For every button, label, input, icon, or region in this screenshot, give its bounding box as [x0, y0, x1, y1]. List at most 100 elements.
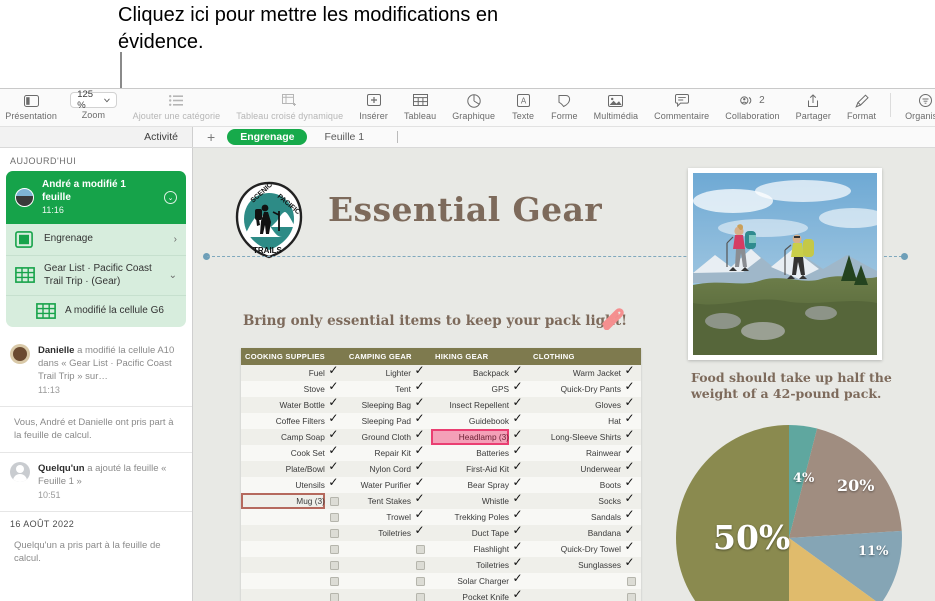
format-button[interactable]: Format	[839, 89, 884, 121]
checkbox-checked-icon[interactable]	[625, 539, 636, 554]
table-cell-camping[interactable]	[344, 589, 411, 601]
pivot-table-button[interactable]: Tableau croisé dynamique	[228, 89, 351, 121]
table-row[interactable]: Coffee Filters Sleeping Pad Guidebook Hat	[241, 411, 641, 429]
checkbox-checked-icon[interactable]	[513, 427, 524, 442]
table-row[interactable]: Plate/Bowl Nylon Cord First-Aid Kit Underwe…	[241, 459, 641, 477]
table-cell-hiking[interactable]: Solar Charger	[430, 573, 510, 589]
media-button[interactable]: Multimédia	[586, 89, 647, 121]
checkbox-empty-icon[interactable]	[626, 577, 636, 587]
checkbox-empty-icon[interactable]	[416, 545, 426, 555]
table-cell-clothing[interactable]: Underwear	[529, 461, 621, 477]
table-cell-cooking[interactable]	[241, 541, 325, 557]
sheet-tab-engrenage[interactable]: Engrenage	[227, 129, 308, 145]
table-cell-clothing[interactable]: Rainwear	[529, 445, 621, 461]
table-cell-hiking[interactable]: Backpack	[430, 365, 510, 381]
table-cell-camping[interactable]: Sleeping Pad	[344, 413, 411, 429]
activity-cell-change-row[interactable]: A modifié la cellule G6	[6, 295, 186, 327]
table-cell-clothing-checkbox[interactable]	[621, 555, 641, 573]
checkbox-checked-icon[interactable]	[625, 491, 636, 506]
checkbox-checked-icon[interactable]	[328, 411, 339, 426]
sheet-tab-feuille-1[interactable]: Feuille 1	[311, 129, 377, 145]
table-cell-clothing[interactable]: Socks	[529, 493, 621, 509]
table-cell-cooking-checkbox[interactable]	[324, 509, 345, 525]
table-row[interactable]: Fuel Lighter Backpack Warm Jacket	[241, 363, 641, 381]
table-cell-hiking[interactable]: Headlamp (3)	[430, 429, 510, 445]
table-cell-cooking-checkbox[interactable]	[324, 525, 345, 541]
table-row[interactable]: Trowel Trekking Poles Sandals	[241, 507, 641, 525]
table-cell-camping[interactable]: Tent	[344, 381, 411, 397]
table-cell-cooking[interactable]	[241, 589, 325, 601]
checkbox-checked-icon[interactable]	[625, 459, 636, 474]
table-cell-cooking[interactable]: Mug (3)	[241, 493, 325, 509]
checkbox-empty-icon[interactable]	[330, 561, 340, 571]
table-cell-hiking[interactable]: First-Aid Kit	[430, 461, 510, 477]
checkbox-checked-icon[interactable]	[513, 443, 524, 458]
table-cell-hiking[interactable]: Batteries	[430, 445, 510, 461]
checkbox-empty-icon[interactable]	[416, 593, 426, 601]
checkbox-checked-icon[interactable]	[513, 539, 524, 554]
table-row[interactable]: Mug (3) Tent Stakes Whistle Socks	[241, 491, 641, 509]
table-cell-hiking[interactable]: Whistle	[430, 493, 510, 509]
table-cell-hiking[interactable]: Pocket Knife	[430, 589, 510, 601]
checkbox-checked-icon[interactable]	[625, 427, 636, 442]
collaboration-button[interactable]: 2 Collaboration	[717, 89, 787, 121]
checkbox-empty-icon[interactable]	[330, 593, 340, 601]
table-cell-cooking-checkbox[interactable]	[324, 493, 345, 509]
table-cell-camping[interactable]: Water Purifier	[344, 477, 411, 493]
chevron-down-icon[interactable]: ⌄	[169, 270, 177, 281]
table-cell-clothing-checkbox[interactable]	[621, 589, 641, 601]
table-row[interactable]: Pocket Knife	[241, 587, 641, 601]
table-row[interactable]: Toiletries Duct Tape Bandana	[241, 523, 641, 541]
table-row[interactable]: Stove Tent GPS Quick-Dry Pants	[241, 379, 641, 397]
checkbox-checked-icon[interactable]	[625, 523, 636, 538]
checkbox-checked-icon[interactable]	[513, 363, 524, 378]
checkbox-checked-icon[interactable]	[414, 411, 425, 426]
shape-button[interactable]: Forme	[543, 89, 586, 121]
table-cell-camping[interactable]: Lighter	[344, 365, 411, 381]
activity-entry-anonymous[interactable]: Quelqu'un a ajouté la feuille « Feuille …	[0, 453, 192, 512]
checkbox-checked-icon[interactable]	[328, 443, 339, 458]
table-cell-hiking[interactable]: Bear Spray	[430, 477, 510, 493]
table-cell-camping-checkbox[interactable]	[410, 557, 431, 573]
table-cell-camping[interactable]: Tent Stakes	[344, 493, 411, 509]
checkbox-checked-icon[interactable]	[513, 395, 524, 410]
checkbox-checked-icon[interactable]	[414, 443, 425, 458]
table-cell-camping[interactable]	[344, 541, 411, 557]
checkbox-checked-icon[interactable]	[513, 411, 524, 426]
table-cell-cooking[interactable]: Cook Set	[241, 445, 325, 461]
table-cell-clothing[interactable]: Quick-Dry Pants	[529, 381, 621, 397]
checkbox-checked-icon[interactable]	[625, 507, 636, 522]
table-cell-hiking[interactable]: Toiletries	[430, 557, 510, 573]
checkbox-empty-icon[interactable]	[330, 513, 340, 523]
view-button[interactable]: Présentation	[0, 89, 62, 121]
zoom-control[interactable]: 125 % Zoom	[62, 89, 124, 120]
checkbox-checked-icon[interactable]	[513, 459, 524, 474]
checkbox-checked-icon[interactable]	[513, 379, 524, 394]
table-cell-clothing[interactable]: Long-Sleeve Shirts	[529, 429, 621, 445]
table-cell-clothing[interactable]: Warm Jacket	[529, 365, 621, 381]
table-cell-camping[interactable]	[344, 573, 411, 589]
table-cell-camping[interactable]: Ground Cloth	[344, 429, 411, 445]
activity-table-row[interactable]: Gear List · Pacific Coast Trail Trip · (…	[6, 255, 186, 295]
table-cell-cooking[interactable]	[241, 509, 325, 525]
chevron-down-circle-icon[interactable]: ⌄	[164, 191, 177, 204]
checkbox-empty-icon[interactable]	[330, 497, 340, 507]
checkbox-checked-icon[interactable]	[513, 587, 524, 601]
checkbox-checked-icon[interactable]	[328, 379, 339, 394]
table-row[interactable]: Cook Set Repair Kit Batteries Rainwear	[241, 443, 641, 461]
gear-table[interactable]: COOKING SUPPLIES CAMPING GEAR HIKING GEA…	[241, 348, 641, 601]
table-cell-camping[interactable]: Sleeping Bag	[344, 397, 411, 413]
activity-card-highlighted[interactable]: André a modifié 1 feuille 11:16 ⌄ Engren…	[6, 171, 186, 327]
table-cell-hiking[interactable]: Duct Tape	[430, 525, 510, 541]
table-cell-clothing[interactable]: Bandana	[529, 525, 621, 541]
table-cell-cooking[interactable]: Plate/Bowl	[241, 461, 325, 477]
table-row[interactable]: Camp Soap Ground Cloth Headlamp (3) Long-Sl…	[241, 427, 641, 445]
checkbox-checked-icon[interactable]	[625, 379, 636, 394]
table-cell-clothing-checkbox[interactable]	[621, 573, 641, 589]
activity-sheet-row[interactable]: Engrenage ›	[6, 224, 186, 255]
comment-button[interactable]: Commentaire	[646, 89, 717, 121]
checkbox-empty-icon[interactable]	[330, 529, 340, 539]
table-cell-clothing[interactable]	[529, 589, 621, 601]
hiking-photo-frame[interactable]	[688, 168, 882, 360]
checkbox-checked-icon[interactable]	[414, 459, 425, 474]
